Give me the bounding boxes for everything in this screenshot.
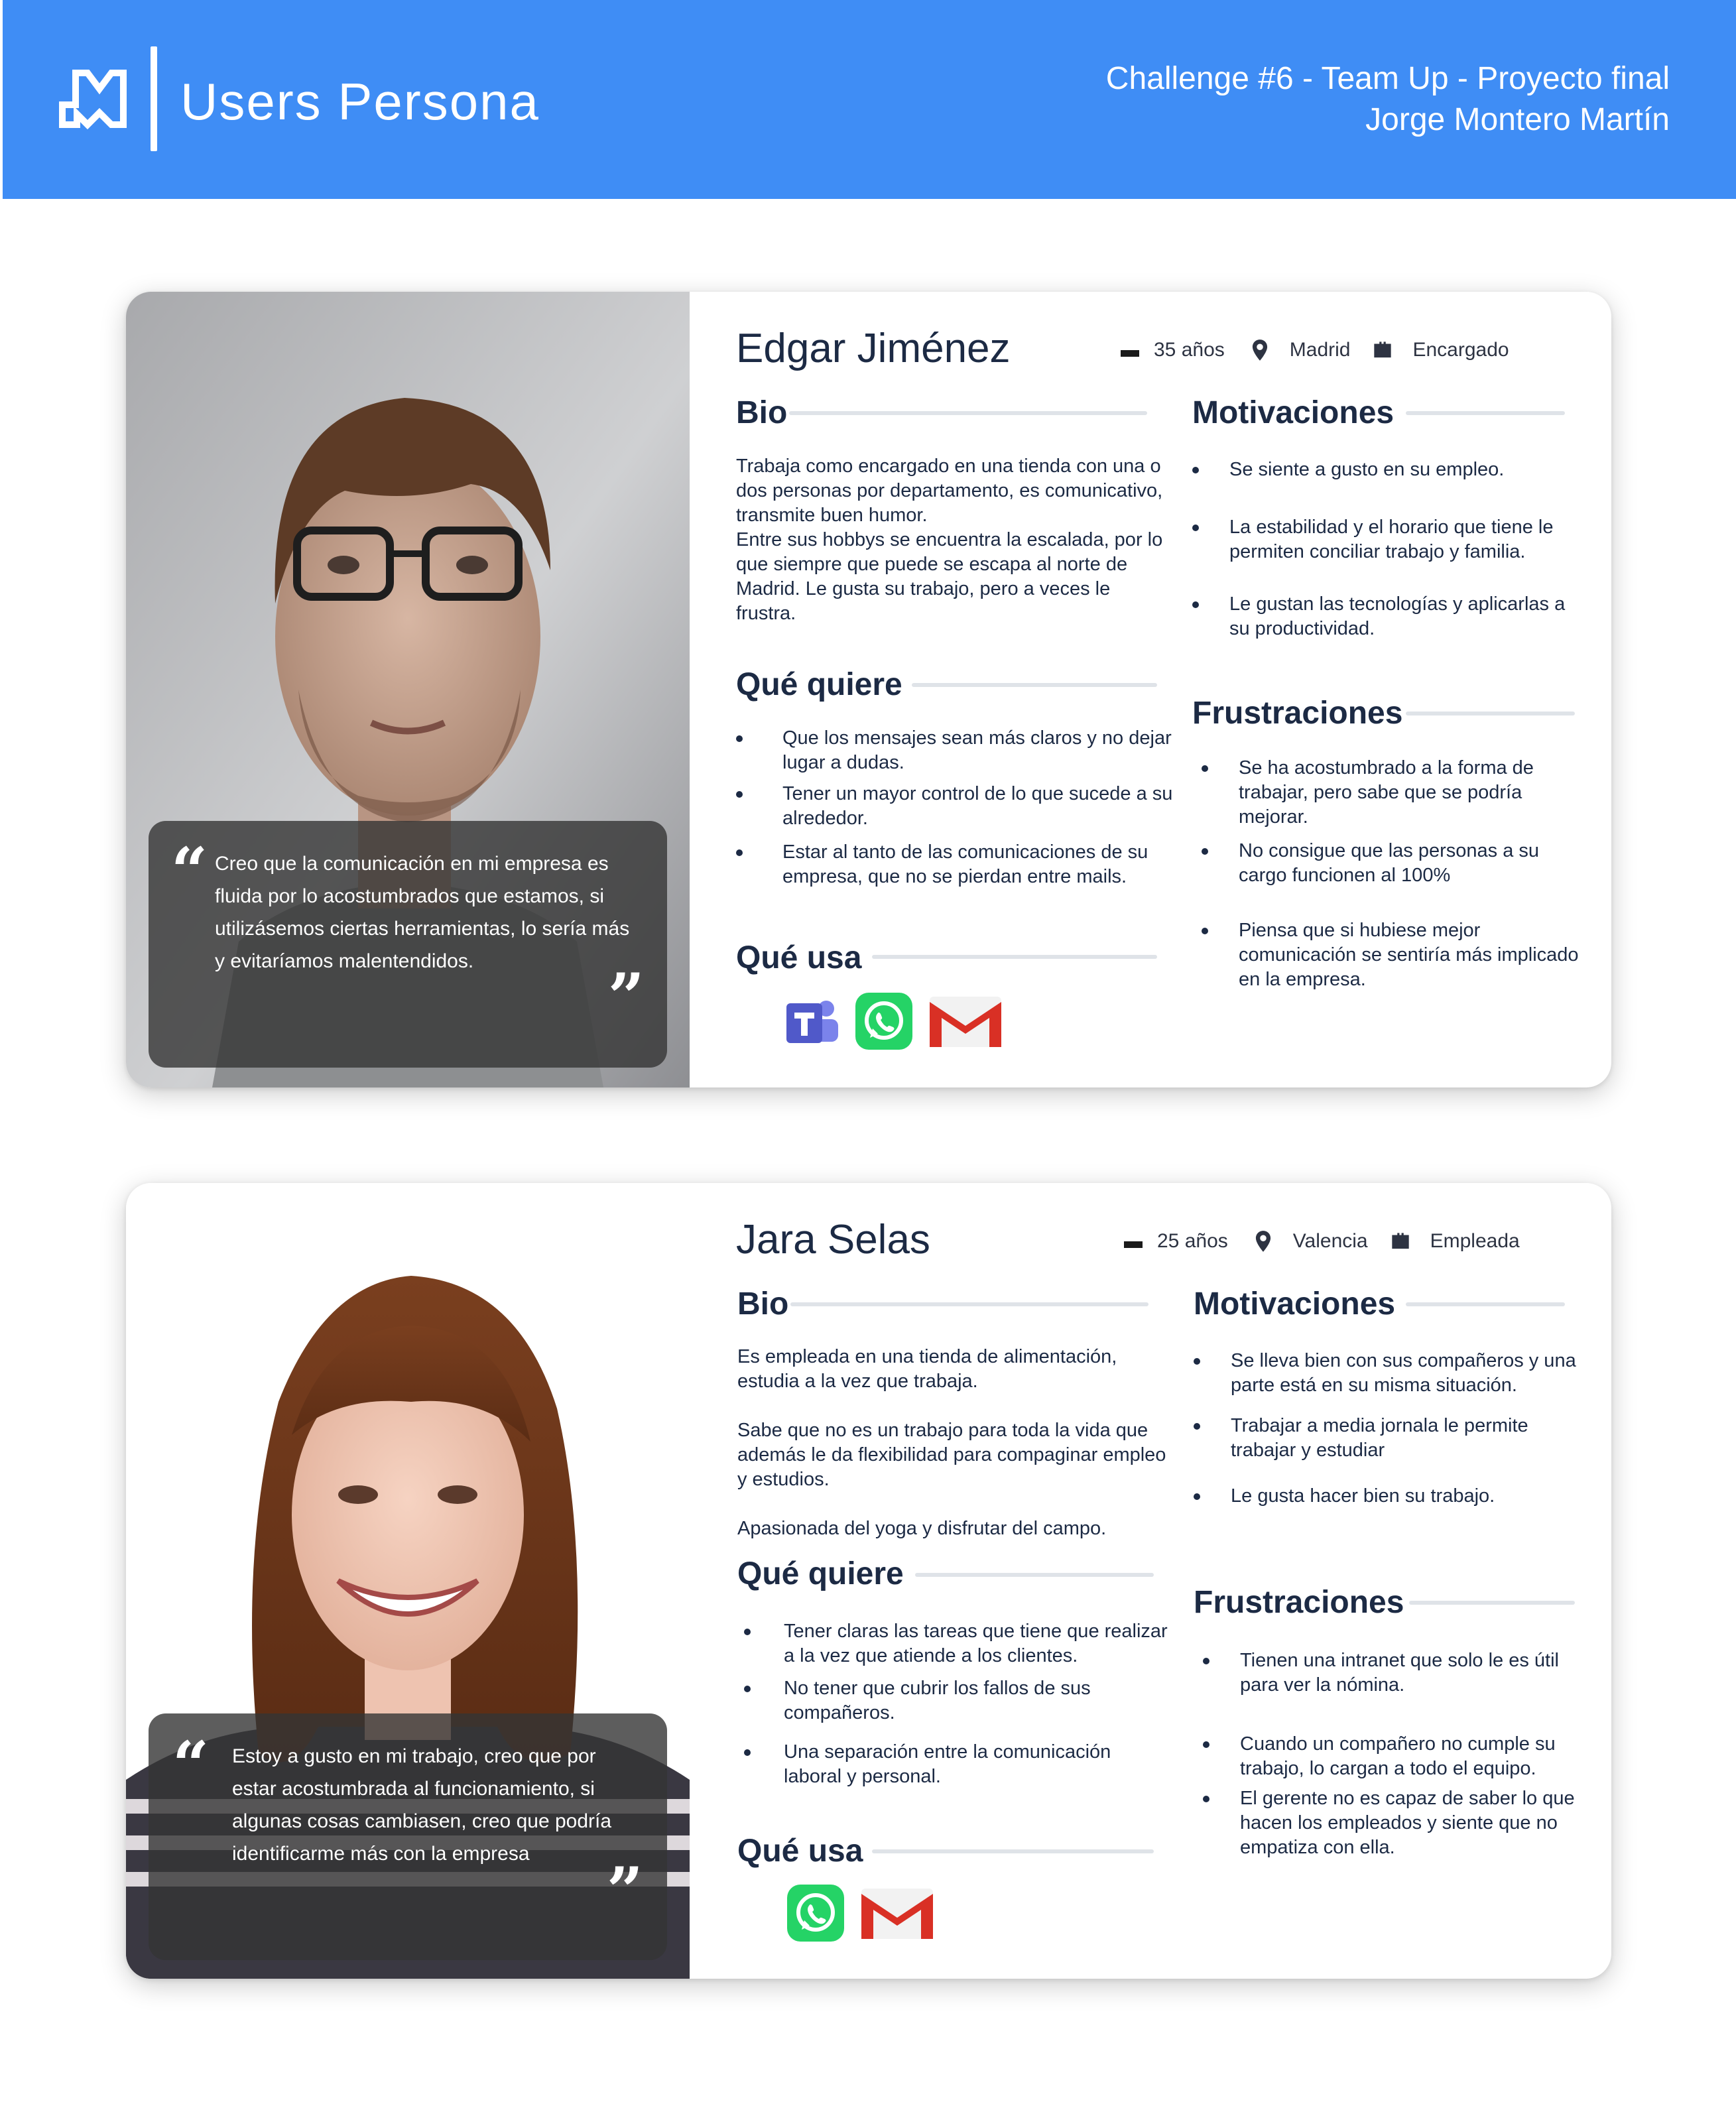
motivations-heading: Motivaciones [1192, 395, 1395, 430]
open-quote-icon: “ [171, 834, 208, 908]
whatsapp-icon [787, 1885, 844, 1942]
wants-heading: Qué quiere [737, 1556, 904, 1591]
list-item: Se siente a gusto en su empleo. [1192, 458, 1590, 482]
list-item: Piensa que si hubiese mejor comunicación… [1202, 918, 1586, 992]
bio-heading: Bio [736, 395, 788, 430]
header-banner: Users Persona Challenge #6 - Team Up - P… [3, 0, 1736, 199]
list-item: Tienen una intranet que solo le es útil … [1203, 1648, 1587, 1698]
frustrations-list: Tienen una intranet que solo le es útil … [1203, 1648, 1587, 1860]
list-item: Trabajar a media jornala le permite trab… [1194, 1414, 1591, 1463]
list-item: Se ha acostumbrado a la forma de trabaja… [1202, 756, 1586, 830]
briefcase-icon [1391, 1233, 1409, 1249]
motivations-divider [1406, 1302, 1565, 1306]
wants-divider [915, 1573, 1154, 1577]
list-item: Estar al tanto de las comunicaciones de … [736, 840, 1187, 889]
wants-list: Tener claras las tareas que tiene que re… [744, 1619, 1168, 1789]
apps-row [782, 991, 1017, 1051]
bio-heading: Bio [737, 1286, 789, 1322]
quote-text: Creo que la comunicación en mi empresa e… [215, 853, 630, 972]
list-item: El gerente no es capaz de saber lo que h… [1203, 1786, 1587, 1860]
age-icon [1121, 343, 1139, 357]
persona-name: Jara Selas [736, 1217, 930, 1263]
persona-quote: “ Estoy a gusto en mi trabajo, creo que … [149, 1713, 667, 1960]
frustrations-list: Se ha acostumbrado a la forma de trabaja… [1202, 756, 1586, 992]
location-pin-icon [1252, 340, 1267, 361]
persona-meta: 25 años Valencia Empleada [1124, 1228, 1520, 1255]
list-item: Tener un mayor control de lo que sucede … [736, 782, 1187, 831]
bio-divider [789, 411, 1147, 415]
jm-logo-icon [59, 70, 127, 130]
close-quote-icon: ” [607, 960, 645, 1034]
close-quote-icon: ” [606, 1853, 643, 1928]
wants-divider [912, 683, 1157, 687]
persona-location: Madrid [1289, 339, 1351, 361]
list-item: Tener claras las tareas que tiene que re… [744, 1619, 1168, 1668]
open-quote-icon: “ [172, 1727, 210, 1802]
frustrations-heading: Frustraciones [1194, 1585, 1404, 1620]
uses-divider [872, 1849, 1154, 1853]
list-item: Que los mensajes sean más claros y no de… [736, 726, 1187, 775]
persona-photo: “ Creo que la comunicación en mi empresa… [126, 292, 690, 1087]
uses-heading: Qué usa [737, 1833, 863, 1869]
apps-row [786, 1883, 949, 1943]
gmail-icon [930, 997, 1001, 1047]
gmail-icon [861, 1889, 933, 1939]
page-title: Users Persona [180, 72, 540, 131]
persona-quote: “ Creo que la comunicación en mi empresa… [149, 821, 667, 1068]
header-separator [151, 46, 157, 151]
persona-name: Edgar Jiménez [736, 326, 1011, 371]
list-item: La estabilidad y el horario que tiene le… [1192, 515, 1590, 564]
wants-heading: Qué quiere [736, 667, 902, 702]
persona-role: Empleada [1430, 1230, 1520, 1252]
persona-card: “ Creo que la comunicación en mi empresa… [126, 292, 1611, 1087]
motivations-heading: Motivaciones [1194, 1286, 1396, 1322]
frustrations-divider [1409, 1601, 1575, 1605]
bio-text: Trabaja como encargado en una tienda con… [736, 456, 1163, 624]
location-pin-icon [1255, 1231, 1271, 1252]
age-icon [1124, 1235, 1143, 1248]
persona-card: “ Estoy a gusto en mi trabajo, creo que … [126, 1183, 1611, 1979]
author-name: Jorge Montero Martín [1365, 102, 1670, 137]
frustrations-divider [1406, 712, 1575, 715]
list-item: No tener que cubrir los fallos de sus co… [744, 1676, 1168, 1725]
list-item: Le gustan las tecnologías y aplicarlas a… [1192, 592, 1590, 641]
quote-text: Estoy a gusto en mi trabajo, creo que po… [232, 1745, 612, 1865]
wants-list: Que los mensajes sean más claros y no de… [736, 726, 1187, 889]
header-subtitle: Challenge #6 - Team Up - Proyecto final … [1106, 58, 1670, 141]
list-item: Le gusta hacer bien su trabajo. [1194, 1484, 1591, 1509]
whatsapp-icon [855, 993, 912, 1050]
uses-divider [872, 955, 1157, 959]
motivations-divider [1406, 411, 1565, 415]
list-item: No consigue que las personas a su cargo … [1202, 839, 1586, 888]
list-item: Una separación entre la comunicación lab… [744, 1740, 1168, 1789]
motivations-list: Se siente a gusto en su empleo. La estab… [1192, 458, 1590, 641]
persona-age: 35 años [1154, 339, 1225, 361]
persona-age: 25 años [1157, 1230, 1228, 1252]
persona-location: Valencia [1292, 1230, 1368, 1252]
persona-role: Encargado [1412, 339, 1509, 361]
uses-heading: Qué usa [736, 940, 862, 975]
challenge-label: Challenge #6 - Team Up - Proyecto final [1105, 61, 1670, 96]
motivations-list: Se lleva bien con sus compañeros y una p… [1194, 1349, 1591, 1509]
persona-photo: “ Estoy a gusto en mi trabajo, creo que … [126, 1183, 690, 1979]
list-item: Cuando un compañero no cumple su trabajo… [1203, 1732, 1587, 1781]
list-item: Se lleva bien con sus compañeros y una p… [1194, 1349, 1591, 1398]
bio-text: Es empleada en una tienda de alimentació… [737, 1346, 1166, 1539]
briefcase-icon [1374, 341, 1392, 358]
persona-meta: 35 años Madrid Encargado [1121, 337, 1509, 363]
teams-icon [786, 1001, 838, 1043]
bio-divider [790, 1302, 1148, 1306]
frustrations-heading: Frustraciones [1192, 696, 1403, 731]
